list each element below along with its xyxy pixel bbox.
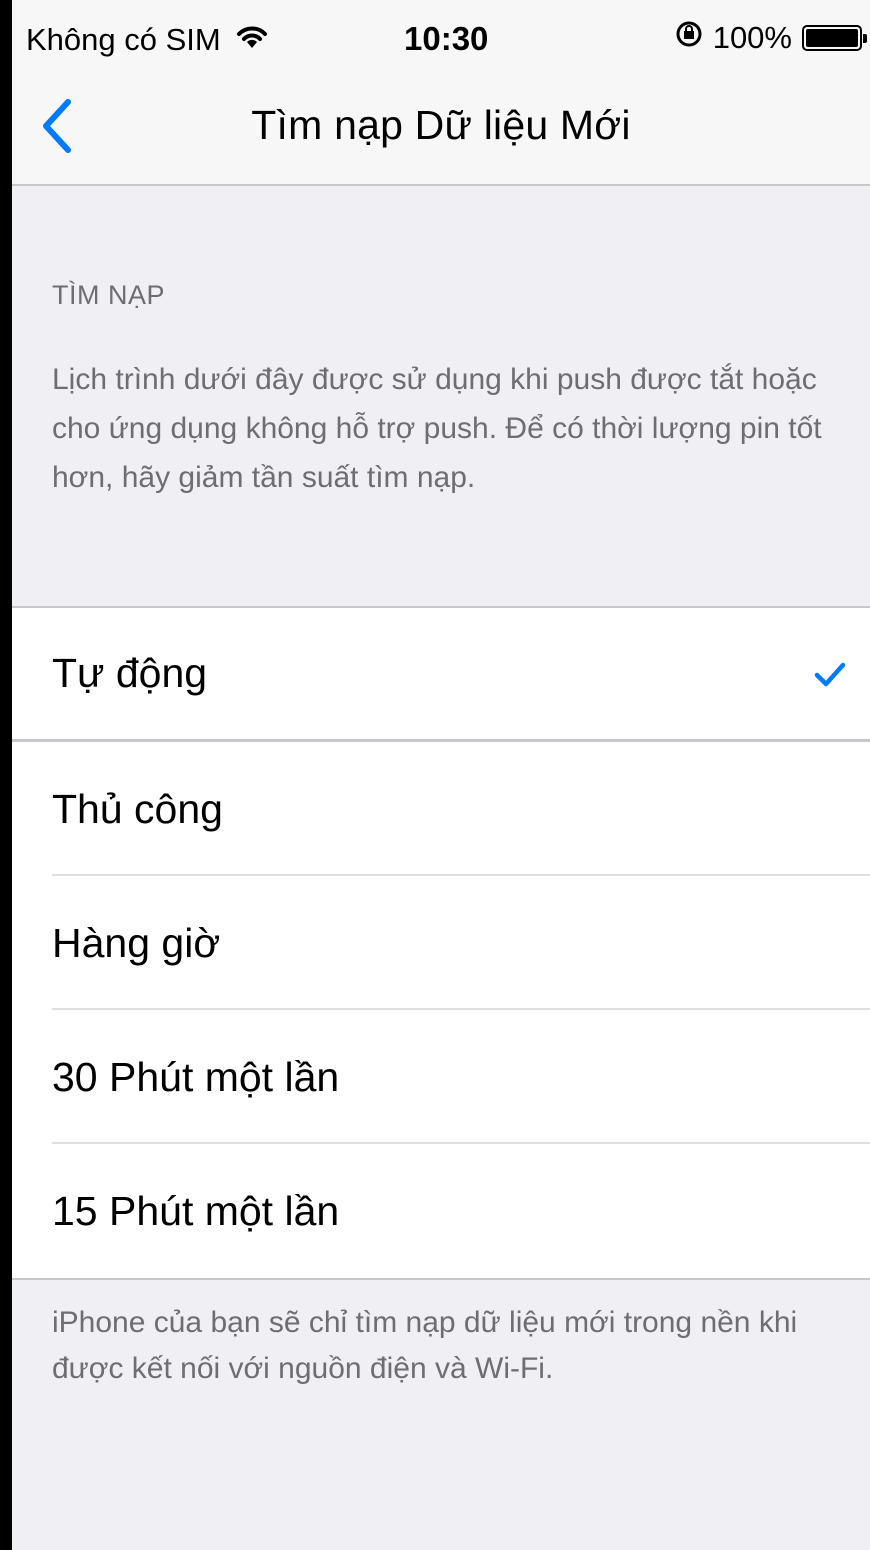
section-description: Lịch trình dưới đây được sử dụng khi pus… <box>52 363 822 494</box>
section-header: TÌM NẠP <box>52 280 166 310</box>
battery-percent: 100% <box>712 20 792 55</box>
status-right: 100% <box>675 20 867 56</box>
option-row-hourly[interactable]: Hàng giờ <box>12 876 870 1010</box>
fetch-options-list: Tự động Thủ công Hàng giờ 30 Phút một lầ… <box>12 606 870 1280</box>
option-label: Tự động <box>52 650 208 696</box>
option-label: 15 Phút một lần <box>52 1187 340 1234</box>
status-left: Không có SIM <box>26 22 269 58</box>
footer-note: iPhone của bạn sẽ chỉ tìm nạp dữ liệu mớ… <box>52 1306 798 1385</box>
option-label: Hàng giờ <box>52 919 221 966</box>
option-row-auto[interactable]: Tự động <box>12 608 870 742</box>
status-time: 10:30 <box>404 20 489 57</box>
battery-tip <box>863 34 867 43</box>
checkmark-icon <box>814 662 846 686</box>
option-label: Thủ công <box>52 785 223 832</box>
option-row-30min[interactable]: 30 Phút một lần <box>12 1010 870 1144</box>
carrier-label: Không có SIM <box>26 22 221 57</box>
orientation-lock-icon <box>675 20 703 56</box>
battery-fill <box>806 29 858 47</box>
status-bar: Không có SIM 10:30 100% <box>12 0 870 80</box>
option-label: 30 Phút một lần <box>52 1053 340 1100</box>
navigation-bar: Tìm nạp Dữ liệu Mới <box>12 80 870 186</box>
wifi-icon <box>235 22 269 58</box>
screen: Không có SIM 10:30 100% Tìm nạp Dữ liệu … <box>0 0 870 1550</box>
page-title: Tìm nạp Dữ liệu Mới <box>251 102 631 148</box>
option-row-manual[interactable]: Thủ công <box>12 742 870 876</box>
option-row-15min[interactable]: 15 Phút một lần <box>12 1144 870 1278</box>
battery-icon <box>802 25 867 51</box>
